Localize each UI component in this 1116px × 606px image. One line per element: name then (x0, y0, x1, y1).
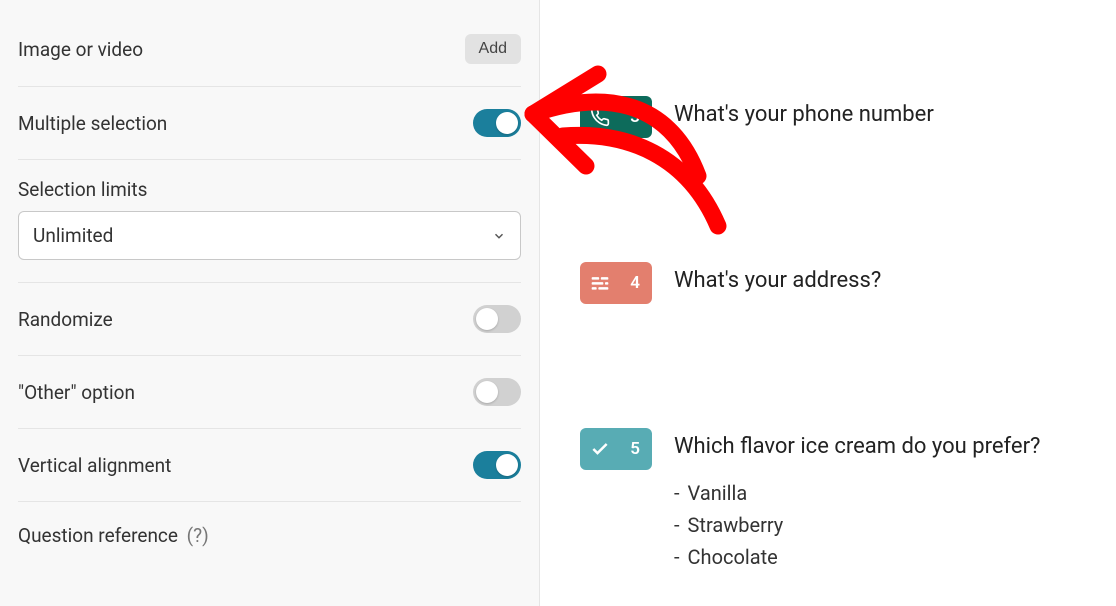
question-badge-phone: 3 (580, 96, 652, 138)
setting-multiple-selection: Multiple selection (18, 87, 521, 160)
question-number: 3 (630, 107, 640, 127)
list-item: -Vanilla (674, 477, 1040, 509)
selection-limits-select[interactable]: Unlimited (18, 211, 521, 260)
list-item: -Strawberry (674, 509, 1040, 541)
vertical-alignment-toggle[interactable] (473, 451, 521, 479)
setting-question-reference: Question reference (?) (18, 502, 521, 569)
toggle-thumb (496, 454, 518, 476)
setting-label: Randomize (18, 308, 113, 331)
setting-other-option: "Other" option (18, 356, 521, 429)
check-icon (590, 439, 610, 459)
list-item: -Chocolate (674, 541, 1040, 573)
chevron-down-icon (492, 229, 506, 243)
question-row[interactable]: 5 Which flavor ice cream do you prefer? … (580, 428, 1040, 573)
phone-icon (590, 107, 610, 127)
setting-label: Image or video (18, 38, 143, 61)
form-canvas: 3 What's your phone number 4 What's your… (540, 0, 1116, 606)
setting-label: Vertical alignment (18, 454, 171, 477)
address-icon (590, 273, 610, 293)
setting-label: "Other" option (18, 381, 135, 404)
question-row[interactable]: 4 What's your address? (580, 262, 881, 304)
toggle-thumb (496, 112, 518, 134)
settings-sidebar: Image or video Add Multiple selection Se… (0, 0, 540, 606)
question-title: What's your phone number (674, 102, 934, 127)
setting-vertical-alignment: Vertical alignment (18, 429, 521, 502)
setting-randomize: Randomize (18, 283, 521, 356)
setting-label: Selection limits (18, 160, 521, 201)
setting-selection-limits: Selection limits Unlimited (18, 160, 521, 283)
question-row[interactable]: 3 What's your phone number (580, 96, 934, 138)
toggle-thumb (476, 381, 498, 403)
question-content: What's your address? (674, 262, 881, 293)
question-number: 4 (630, 273, 640, 293)
multiple-selection-toggle[interactable] (473, 109, 521, 137)
question-title: What's your address? (674, 268, 881, 293)
toggle-thumb (476, 308, 498, 330)
setting-image-or-video: Image or video Add (18, 20, 521, 87)
randomize-toggle[interactable] (473, 305, 521, 333)
setting-label: Multiple selection (18, 112, 167, 135)
help-icon[interactable]: (?) (187, 524, 209, 547)
setting-label: Question reference (?) (18, 524, 209, 547)
question-content: What's your phone number (674, 96, 934, 127)
other-option-toggle[interactable] (473, 378, 521, 406)
select-value: Unlimited (33, 224, 113, 247)
question-title: Which flavor ice cream do you prefer? (674, 434, 1040, 459)
question-badge-address: 4 (580, 262, 652, 304)
question-options: -Vanilla -Strawberry -Chocolate (674, 477, 1040, 573)
add-button[interactable]: Add (465, 34, 521, 64)
question-content: Which flavor ice cream do you prefer? -V… (674, 428, 1040, 573)
question-badge-multiple-choice: 5 (580, 428, 652, 470)
question-number: 5 (630, 439, 640, 459)
